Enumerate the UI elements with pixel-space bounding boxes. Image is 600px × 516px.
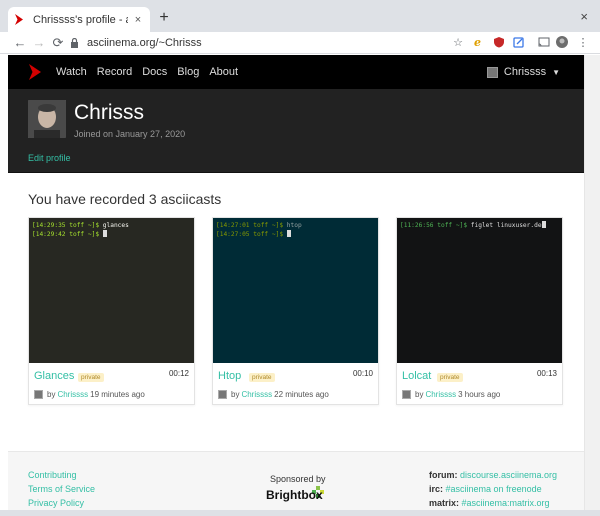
forum-link[interactable]: discourse.asciinema.org bbox=[460, 470, 557, 480]
author-link[interactable]: Chrissss bbox=[425, 390, 456, 399]
user-menu[interactable]: Chrissss ▼ bbox=[486, 55, 560, 89]
nav-watch[interactable]: Watch bbox=[56, 66, 87, 78]
profile-header: Chrisss Joined on January 27, 2020 Edit … bbox=[8, 89, 584, 173]
avatar bbox=[218, 390, 227, 399]
nav-about[interactable]: About bbox=[209, 66, 238, 78]
irc-link[interactable]: #asciinema on freenode bbox=[446, 484, 542, 494]
asciinema-logo-icon[interactable] bbox=[28, 64, 42, 80]
user-menu-label: Chrissss bbox=[503, 66, 547, 78]
terminal-preview[interactable]: [14:27:01 toff ~]$ htop [14:27:05 toff ~… bbox=[213, 218, 378, 363]
avatar bbox=[486, 66, 498, 78]
section-title: You have recorded 3 asciicasts bbox=[28, 191, 222, 207]
cast-byline: by Chrissss 19 minutes ago bbox=[34, 390, 145, 399]
by-label: by bbox=[231, 390, 240, 399]
terminal-cursor bbox=[286, 230, 291, 237]
cast-time-ago: 3 hours ago bbox=[458, 390, 501, 399]
terminal-prompt: [11:26:56 toff ~]$ bbox=[400, 222, 471, 229]
tab-title: Chrissss's profile - asciinema bbox=[33, 13, 128, 26]
cast-time-ago: 19 minutes ago bbox=[90, 390, 145, 399]
reload-icon[interactable]: ⟳ bbox=[50, 35, 66, 51]
footer-link-privacy[interactable]: Privacy Policy bbox=[28, 498, 84, 508]
cast-title[interactable]: Glances bbox=[34, 370, 74, 382]
address-bar[interactable]: asciinema.org/~Chrisss bbox=[70, 34, 470, 52]
cast-title[interactable]: Htop bbox=[218, 370, 241, 382]
terminal-command: glances bbox=[102, 222, 129, 229]
bookmark-star-icon[interactable]: ☆ bbox=[451, 36, 465, 50]
back-icon[interactable]: ← bbox=[12, 35, 28, 51]
cast-duration: 00:12 bbox=[168, 369, 189, 378]
extension-e-icon[interactable]: e bbox=[472, 36, 486, 50]
by-label: by bbox=[47, 390, 56, 399]
edit-profile-link[interactable]: Edit profile bbox=[28, 153, 71, 163]
terminal-command: htop bbox=[286, 222, 302, 229]
cast-icon[interactable] bbox=[537, 36, 551, 50]
by-label: by bbox=[415, 390, 424, 399]
nav-docs[interactable]: Docs bbox=[142, 66, 167, 78]
cast-duration: 00:13 bbox=[536, 369, 557, 378]
sponsored-by-label: Sponsored by bbox=[270, 474, 326, 484]
profile-avatar-icon[interactable] bbox=[555, 36, 569, 50]
footer-forum: forum: discourse.asciinema.org bbox=[429, 470, 557, 480]
terminal-prompt: [14:29:35 toff ~]$ bbox=[32, 222, 103, 229]
profile-avatar bbox=[28, 100, 66, 138]
window-close-icon[interactable]: × bbox=[580, 9, 588, 24]
new-tab-button[interactable]: + bbox=[156, 10, 172, 27]
browser-tabbar: Chrissss's profile - asciinema × + × bbox=[0, 0, 600, 32]
page-content: Watch Record Docs Blog About Chrissss ▼ … bbox=[8, 55, 584, 510]
shield-extension-icon[interactable] bbox=[492, 36, 506, 50]
terminal-preview[interactable]: [14:29:35 toff ~]$ glances [14:29:42 tof… bbox=[29, 218, 194, 363]
cast-title[interactable]: Lolcat bbox=[402, 370, 431, 382]
profile-name: Chrisss bbox=[74, 101, 145, 124]
private-badge: private bbox=[78, 373, 104, 382]
caret-down-icon: ▼ bbox=[552, 67, 560, 77]
svg-text:e: e bbox=[474, 36, 481, 48]
cast-duration: 00:10 bbox=[352, 369, 373, 378]
extension-puzzle-icon[interactable] bbox=[512, 36, 526, 50]
cast-time-ago: 22 minutes ago bbox=[274, 390, 329, 399]
cast-byline: by Chrissss 3 hours ago bbox=[402, 390, 500, 399]
window-bottom-border bbox=[0, 510, 600, 516]
terminal-command: figlet linuxuser.de bbox=[470, 222, 542, 229]
private-badge: private bbox=[249, 373, 275, 382]
forum-label: forum: bbox=[429, 470, 458, 480]
avatar bbox=[34, 390, 43, 399]
footer-matrix: matrix: #asciinema:matrix.org bbox=[429, 498, 550, 508]
private-badge: private bbox=[437, 373, 463, 382]
footer-link-terms[interactable]: Terms of Service bbox=[28, 484, 95, 494]
site-footer: Contributing Terms of Service Privacy Po… bbox=[8, 451, 584, 510]
footer-link-contributing[interactable]: Contributing bbox=[28, 470, 77, 480]
asciinema-favicon-icon bbox=[14, 14, 26, 26]
terminal-cursor bbox=[102, 230, 107, 237]
author-link[interactable]: Chrissss bbox=[241, 390, 272, 399]
cast-byline: by Chrissss 22 minutes ago bbox=[218, 390, 329, 399]
matrix-link[interactable]: #asciinema:matrix.org bbox=[462, 498, 550, 508]
asciicast-card-lolcat[interactable]: [11:26:56 toff ~]$ figlet linuxuser.de L… bbox=[396, 217, 563, 405]
url-text: asciinema.org/~Chrisss bbox=[87, 37, 202, 49]
nav-record[interactable]: Record bbox=[97, 66, 132, 78]
terminal-prompt: [14:29:42 toff ~]$ bbox=[32, 231, 103, 238]
terminal-preview[interactable]: [11:26:56 toff ~]$ figlet linuxuser.de bbox=[397, 218, 562, 363]
page-scrollbar[interactable] bbox=[584, 55, 600, 510]
site-navbar: Watch Record Docs Blog About Chrissss ▼ bbox=[8, 55, 584, 89]
menu-dots-icon[interactable]: ⋮ bbox=[576, 36, 590, 50]
asciicast-card-htop[interactable]: [14:27:01 toff ~]$ htop [14:27:05 toff ~… bbox=[212, 217, 379, 405]
sponsor-name[interactable]: Brightbox bbox=[266, 488, 323, 502]
asciicast-card-glances[interactable]: [14:29:35 toff ~]$ glances [14:29:42 tof… bbox=[28, 217, 195, 405]
lock-icon bbox=[71, 38, 78, 48]
tab-close-icon[interactable]: × bbox=[132, 14, 144, 26]
author-link[interactable]: Chrissss bbox=[57, 390, 88, 399]
nav-blog[interactable]: Blog bbox=[177, 66, 199, 78]
forward-icon[interactable]: → bbox=[31, 35, 47, 51]
terminal-prompt: [14:27:01 toff ~]$ bbox=[216, 222, 287, 229]
terminal-cursor bbox=[541, 221, 546, 228]
matrix-label: matrix: bbox=[429, 498, 460, 508]
terminal-prompt: [14:27:05 toff ~]$ bbox=[216, 231, 287, 238]
browser-tab[interactable]: Chrissss's profile - asciinema × bbox=[8, 7, 150, 32]
irc-label: irc: bbox=[429, 484, 444, 494]
footer-irc: irc: #asciinema on freenode bbox=[429, 484, 542, 494]
browser-toolbar: ← → ⟳ asciinema.org/~Chrisss ☆ e ⋮ bbox=[0, 32, 600, 54]
avatar bbox=[402, 390, 411, 399]
profile-joined-date: Joined on January 27, 2020 bbox=[74, 129, 186, 139]
